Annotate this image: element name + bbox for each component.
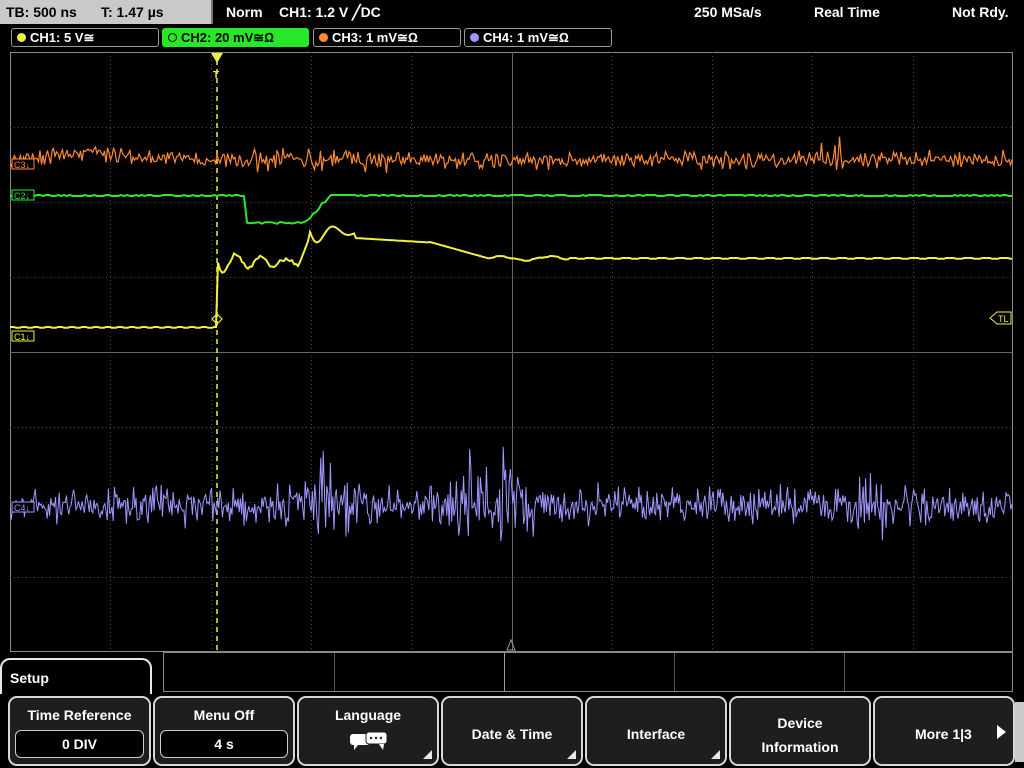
submenu-corner-icon xyxy=(711,750,720,759)
acquisition-mode: Real Time xyxy=(814,4,880,20)
ch3-tab-label: CH3: 1 mV≅Ω xyxy=(332,30,418,45)
interface-label: Interface xyxy=(626,726,686,742)
menu-off-value: 4 s xyxy=(160,730,288,758)
date-time-label: Date & Time xyxy=(471,726,553,742)
timebase-box[interactable]: TB: 500 ns T: 1.47 µs xyxy=(0,0,213,24)
trigger-level-label: TL xyxy=(998,314,1009,324)
ch1-marker-label: C1↓ xyxy=(14,332,30,342)
ch3-reference-marker[interactable]: C3↓ xyxy=(11,158,35,170)
menu-title-tab: Setup xyxy=(0,658,152,694)
language-button[interactable]: Language xyxy=(297,696,439,766)
date-time-button[interactable]: Date & Time xyxy=(441,696,583,766)
language-label: Language xyxy=(334,707,402,723)
info-strip-divider xyxy=(504,653,505,691)
ch4-marker-label: C4↓ xyxy=(14,503,30,513)
trigger-time-readout: T: 1.47 µs xyxy=(101,4,164,20)
channel-tab-ch3[interactable]: CH3: 1 mV≅Ω xyxy=(313,28,461,47)
info-strip-divider xyxy=(674,653,675,691)
time-reference-value: 0 DIV xyxy=(15,730,144,758)
info-strip-divider xyxy=(334,653,335,691)
speech-bubble-icon xyxy=(350,731,388,750)
menu-title: Setup xyxy=(10,670,49,686)
ch1-color-dot xyxy=(17,33,26,42)
acquisition-state: Not Rdy. xyxy=(952,4,1009,20)
ch2-tab-label: CH2: 20 mV≅Ω xyxy=(181,30,275,45)
timebase-readout: TB: 500 ns xyxy=(6,4,77,20)
time-reference-button[interactable]: Time Reference 0 DIV xyxy=(8,696,151,766)
interface-button[interactable]: Interface xyxy=(585,696,727,766)
channel-tab-ch1[interactable]: CH1: 5 V≅ xyxy=(11,28,159,47)
sample-rate: 250 MSa/s xyxy=(694,4,762,20)
device-info-label-line2: Information xyxy=(761,739,839,755)
menu-off-button[interactable]: Menu Off 4 s xyxy=(153,696,295,766)
submenu-corner-icon xyxy=(423,750,432,759)
trigger-source[interactable]: CH1: 1.2 V ╱DC xyxy=(279,4,381,21)
menu-page-indicator xyxy=(1015,702,1024,762)
submenu-corner-icon xyxy=(567,750,576,759)
ch4-reference-marker[interactable]: C4↓ xyxy=(11,501,35,513)
waveform-display[interactable]: T C3↓ C2↓ C1↓ C4↓ TL xyxy=(10,52,1013,652)
next-page-arrow-icon xyxy=(997,725,1006,739)
trigger-mode[interactable]: Norm xyxy=(226,4,263,20)
device-info-label-line1: Device xyxy=(777,715,823,731)
device-information-button[interactable]: Device Information xyxy=(729,696,871,766)
ch2-reference-marker[interactable]: C2↓ xyxy=(11,189,35,201)
ch1-reference-marker[interactable]: C1↓ xyxy=(11,330,35,342)
ch3-marker-label: C3↓ xyxy=(14,160,30,170)
ch2-marker-label: C2↓ xyxy=(14,191,30,201)
time-reference-label: Time Reference xyxy=(27,707,132,723)
softkey-bar: Time Reference 0 DIV Menu Off 4 s Langua… xyxy=(0,694,1024,768)
trigger-position-label: T xyxy=(213,70,219,81)
ch4-tab-label: CH4: 1 mV≅Ω xyxy=(483,30,569,45)
ch3-color-dot xyxy=(319,33,328,42)
info-strip-divider xyxy=(844,653,845,691)
channel-tab-ch4[interactable]: CH4: 1 mV≅Ω xyxy=(464,28,612,47)
channel-tab-ch2[interactable]: CH2: 20 mV≅Ω xyxy=(162,28,309,47)
more-button[interactable]: More 1|3 xyxy=(873,696,1015,766)
ch1-tab-label: CH1: 5 V≅ xyxy=(30,30,95,45)
menu-off-label: Menu Off xyxy=(193,707,255,723)
info-strip xyxy=(163,652,1013,692)
ch2-color-dot xyxy=(168,33,177,42)
status-bar: TB: 500 ns T: 1.47 µs Norm CH1: 1.2 V ╱D… xyxy=(0,0,1024,24)
ch4-color-dot xyxy=(470,33,479,42)
